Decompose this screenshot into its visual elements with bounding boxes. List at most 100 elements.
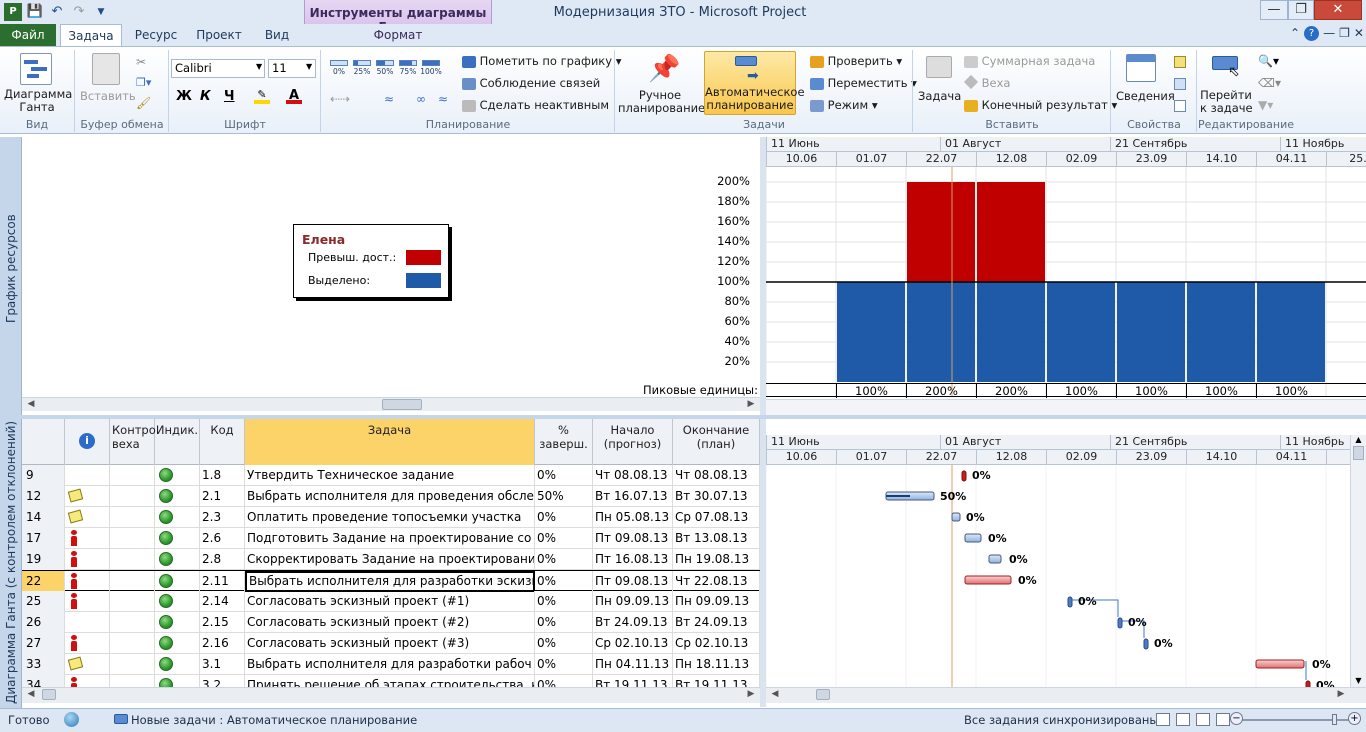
tab-view[interactable]: Вид [254, 24, 300, 46]
pct-0-button[interactable]: 0% [328, 58, 350, 78]
minimize-button[interactable]: — [1260, 0, 1288, 20]
tab-task[interactable]: Задача [60, 24, 122, 46]
file-tab[interactable]: Файл [0, 24, 56, 46]
outdent-icon[interactable]: ⇠⇢ [330, 92, 350, 106]
row-id-cell[interactable]: 33 [22, 654, 65, 675]
resource-graph-side-bar[interactable]: График ресурсов [0, 137, 22, 415]
row-pct-cell[interactable]: 0% [535, 675, 593, 687]
doc-restore-icon[interactable]: ❐ [1339, 26, 1350, 41]
row-indicator-cell[interactable] [155, 633, 200, 654]
table-row[interactable]: 12 2.1 Выбрать исполнителя для проведения … [22, 486, 760, 507]
row-indicator-cell[interactable] [155, 675, 200, 687]
row-code-cell[interactable]: 3.2 [200, 675, 245, 687]
row-finish-cell[interactable]: Ср 07.08.13 [673, 507, 760, 528]
row-code-cell[interactable]: 2.14 [200, 591, 245, 612]
row-start-cell[interactable]: Пт 09.08.13 [593, 528, 673, 549]
row-id-cell[interactable]: 12 [22, 486, 65, 507]
table-row[interactable]: 34 3.2 Принять решение об этапах строитель… [22, 675, 760, 687]
col-header-task[interactable]: Задача [245, 419, 535, 465]
table-row[interactable]: 14 2.3 Оплатить проведение топосъемки учас… [22, 507, 760, 528]
gantt-task-bar[interactable] [951, 512, 961, 522]
row-task-cell[interactable]: Выбрать исполнителя для разработки рабоч [245, 654, 535, 675]
gantt-scroll-down-icon[interactable]: ▼ [1351, 676, 1366, 685]
globe-icon[interactable] [64, 712, 79, 727]
table-row[interactable]: 22 2.11 Выбрать исполнителя для разработки… [22, 570, 760, 592]
find-icon[interactable]: 🔍▾ [1258, 54, 1279, 68]
row-id-cell[interactable]: 26 [22, 612, 65, 633]
row-start-cell[interactable]: Пт 16.08.13 [593, 549, 673, 570]
row-finish-cell[interactable]: Пн 09.09.13 [673, 591, 760, 612]
row-milestone-cell[interactable] [110, 465, 155, 486]
doc-close-icon[interactable]: ✕ [1354, 26, 1364, 41]
row-info-cell[interactable] [65, 654, 110, 675]
row-info-cell[interactable] [65, 571, 110, 592]
resource-person-icon[interactable] [71, 530, 77, 546]
table-hscroll[interactable]: ◀ ▶ [22, 687, 760, 703]
row-milestone-cell[interactable] [110, 633, 155, 654]
manual-schedule-icon[interactable]: 📌 [648, 54, 680, 84]
help-icon[interactable]: ? [1304, 26, 1320, 41]
save-icon[interactable]: 💾 [26, 3, 44, 21]
gantt-scroll-right-icon[interactable]: ▶ [1334, 688, 1348, 701]
row-task-cell[interactable]: Утвердить Техническое задание [245, 465, 535, 486]
unlink-tasks-icon[interactable]: ≈ [438, 92, 448, 106]
row-pct-cell[interactable]: 0% [535, 571, 593, 592]
row-pct-cell[interactable]: 0% [535, 612, 593, 633]
table-scroll-left-icon[interactable]: ◀ [24, 688, 38, 701]
notes-icon[interactable] [1174, 56, 1186, 68]
row-info-cell[interactable] [65, 486, 110, 507]
row-milestone-cell[interactable] [110, 528, 155, 549]
insert-task-icon[interactable] [926, 56, 952, 78]
col-header-pct[interactable]: % заверш. [535, 419, 593, 465]
gantt-task-bar[interactable] [1067, 596, 1073, 608]
table-row[interactable]: 9 1.8 Утвердить Техническое задание 0% Чт 08… [22, 465, 760, 486]
gantt-view-shortcut-icon[interactable] [1156, 713, 1170, 726]
row-milestone-cell[interactable] [110, 486, 155, 507]
row-indicator-cell[interactable] [155, 591, 200, 612]
clear-icon[interactable]: ⌫▾ [1258, 76, 1281, 90]
row-task-cell[interactable]: Согласовать эскизный проект (#2) [245, 612, 535, 633]
row-info-cell[interactable] [65, 507, 110, 528]
row-id-cell[interactable]: 25 [22, 591, 65, 612]
italic-button[interactable]: К [200, 89, 211, 104]
zoom-slider[interactable]: − + [1230, 712, 1361, 725]
respect-links-button[interactable]: Соблюдение связей [462, 76, 600, 90]
redo-icon[interactable]: ↷ [70, 3, 88, 21]
resource-right-hscroll[interactable] [766, 399, 1366, 415]
row-code-cell[interactable]: 2.15 [200, 612, 245, 633]
row-id-cell[interactable]: 27 [22, 633, 65, 654]
project-app-icon[interactable]: P [4, 3, 22, 21]
split-task-icon[interactable]: ≈ [384, 92, 394, 106]
row-finish-cell[interactable]: Вт 13.08.13 [673, 528, 760, 549]
zoom-in-icon[interactable]: + [1348, 712, 1361, 725]
row-finish-cell[interactable]: Ср 02.10.13 [673, 633, 760, 654]
row-indicator-cell[interactable] [155, 612, 200, 633]
row-pct-cell[interactable]: 0% [535, 465, 593, 486]
row-info-cell[interactable] [65, 612, 110, 633]
resource-left-hscroll[interactable]: ◀ ▶ [22, 397, 760, 411]
col-header-id[interactable] [22, 419, 65, 465]
milestone-button[interactable]: Веха [963, 74, 1010, 90]
task-usage-shortcut-icon[interactable] [1176, 713, 1190, 726]
doc-minimize-icon[interactable]: — [1323, 26, 1335, 41]
status-new-tasks[interactable]: Новые задачи : Автоматическое планирован… [131, 713, 417, 727]
row-indicator-cell[interactable] [155, 549, 200, 570]
tab-format[interactable]: Формат [304, 24, 492, 46]
row-code-cell[interactable]: 2.3 [200, 507, 245, 528]
col-header-info[interactable]: i [65, 419, 110, 465]
row-pct-cell[interactable]: 0% [535, 507, 593, 528]
details-icon[interactable] [1174, 78, 1186, 90]
tab-project[interactable]: Проект [190, 24, 248, 46]
row-finish-cell[interactable]: Вт 19.11.13 [673, 675, 760, 687]
pct-50-button[interactable]: 50% [374, 58, 396, 78]
gantt-task-bar[interactable] [1255, 659, 1305, 669]
row-milestone-cell[interactable] [110, 654, 155, 675]
row-milestone-cell[interactable] [110, 675, 155, 687]
row-indicator-cell[interactable] [155, 654, 200, 675]
gantt-task-bar[interactable] [964, 533, 982, 543]
inspect-button[interactable]: Проверить ▾ [810, 54, 902, 68]
row-finish-cell[interactable]: Пн 19.08.13 [673, 549, 760, 570]
font-color-icon[interactable]: A [286, 88, 302, 104]
col-header-finish[interactable]: Окончание (план) [673, 419, 760, 465]
col-header-code[interactable]: Код [200, 419, 245, 465]
